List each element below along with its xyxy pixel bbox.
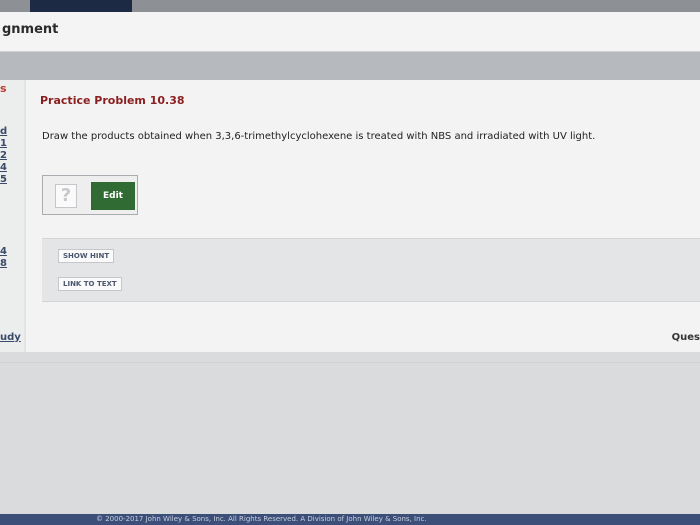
sidebar-item[interactable]: 5 [0,174,7,185]
sidebar-section-label: s [0,82,7,95]
sidebar-item[interactable]: 4 [0,246,7,257]
problem-panel: Practice Problem 10.38 Draw the products… [26,80,700,370]
show-hint-button[interactable]: SHOW HINT [58,249,115,263]
answer-box: ? Edit [42,175,138,215]
link-to-text-button[interactable]: LINK TO TEXT [58,277,122,291]
lower-area [0,352,700,525]
sidebar-item[interactable]: 2 [0,150,7,161]
top-bar-tab [30,0,132,12]
study-link[interactable]: udy [0,332,21,343]
header-band [0,52,700,80]
hint-strip: SHOW HINT LINK TO TEXT [42,238,700,302]
footer: © 2000-2017 John Wiley & Sons, Inc. All … [0,514,700,525]
question-label: Ques [671,332,700,343]
left-sidebar: s d 1 2 4 5 4 8 [0,80,24,370]
assignment-header: gnment [0,12,700,52]
question-text: Draw the products obtained when 3,3,6-tr… [42,131,596,142]
problem-title: Practice Problem 10.38 [40,94,185,107]
study-row: udy Ques [0,330,700,348]
answer-placeholder-icon[interactable]: ? [55,184,77,208]
sidebar-item[interactable]: 4 [0,162,7,173]
page-title: gnment [2,22,59,37]
top-bar [0,0,700,12]
edit-button[interactable]: Edit [91,182,135,210]
divider [0,362,700,363]
sidebar-item[interactable]: 1 [0,138,7,149]
sidebar-item[interactable]: d [0,126,7,137]
sidebar-item[interactable]: 8 [0,258,7,269]
